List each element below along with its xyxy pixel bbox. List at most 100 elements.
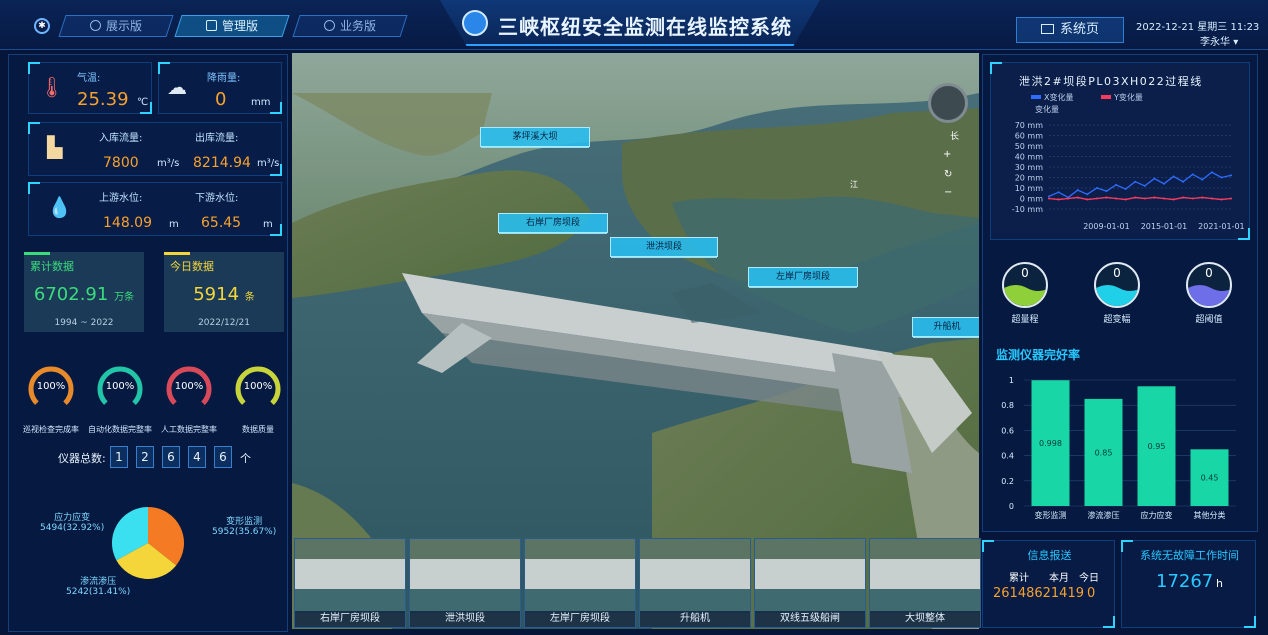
- y-tick-label: 50 mm: [1015, 142, 1044, 151]
- thumbnail-5[interactable]: 大坝整体: [869, 538, 981, 628]
- tab-manage[interactable]: 管理版: [174, 15, 290, 37]
- y-tick-label: 20 mm: [1015, 174, 1044, 183]
- series-point-1: [1143, 197, 1146, 200]
- series-point-0: [1230, 174, 1232, 177]
- thumbnail-3[interactable]: 升船机: [639, 538, 751, 628]
- bar-value-label: 0.85: [1095, 448, 1113, 457]
- series-point-1: [1134, 196, 1137, 199]
- monitor-icon: [1040, 24, 1054, 34]
- legend-label-0: X变化量: [1044, 92, 1073, 102]
- thumbnail-0[interactable]: 右岸厂房坝段: [294, 538, 406, 628]
- map-label-0[interactable]: 茅坪溪大坝: [480, 127, 590, 148]
- settings-icon[interactable]: ✱: [34, 18, 50, 34]
- thumb-water: [295, 589, 405, 613]
- tab-display-icon: [89, 20, 101, 31]
- zoom-in-button[interactable]: +: [943, 149, 951, 160]
- pie-label-stress: 应力应变 5494(32.92%): [40, 513, 105, 533]
- series-point-0: [1115, 183, 1118, 186]
- bubble-1: 0: [1094, 262, 1140, 308]
- bubble-caption: 超变幅: [1103, 315, 1131, 325]
- cumulative-value: 6702.91: [33, 284, 109, 305]
- series-point-1: [1057, 198, 1060, 201]
- bubble-0: 0: [1002, 262, 1048, 308]
- bar-y-tick: 0.8: [1001, 401, 1014, 410]
- x-tick-label: 2009-01-01: [1083, 222, 1130, 231]
- user-menu[interactable]: 李永华 ▾: [1200, 33, 1238, 48]
- series-point-0: [1048, 195, 1050, 198]
- instrument-digit: 2: [136, 446, 154, 468]
- logo-icon: [462, 10, 488, 36]
- map-label-3[interactable]: 左岸厂房坝段: [748, 267, 858, 288]
- series-point-1: [1067, 197, 1070, 200]
- legend-swatch-1: [1101, 95, 1111, 99]
- system-page-button[interactable]: 系统页: [1016, 17, 1124, 43]
- compass-icon[interactable]: [928, 83, 968, 123]
- tab-business[interactable]: 业务版: [292, 15, 408, 37]
- series-point-1: [1076, 196, 1079, 199]
- rain-cloud-icon: ☁: [167, 75, 187, 99]
- thumbnail-caption: 大坝整体: [870, 611, 980, 627]
- map-label-4[interactable]: 升船机: [912, 317, 979, 338]
- water-drop-icon: 💧: [47, 195, 72, 219]
- instrument-total-unit: 个: [240, 452, 251, 465]
- y-tick-label: 70 mm: [1015, 121, 1044, 130]
- series-point-1: [1105, 196, 1108, 199]
- series-point-1: [1230, 197, 1232, 200]
- y-tick-label: 60 mm: [1015, 132, 1044, 141]
- series-point-1: [1182, 196, 1185, 199]
- series-point-0: [1076, 189, 1079, 192]
- x-tick-label: 2015-01-01: [1141, 222, 1188, 231]
- water-level-card: 💧 上游水位: 148.09 m 下游水位: 65.45 m: [28, 182, 282, 236]
- bar-value-label: 0.45: [1201, 474, 1219, 483]
- uptime-card: 系统无故障工作时间 17267 h: [1121, 540, 1256, 628]
- instrument-pie-chart: [112, 507, 184, 579]
- series-point-0: [1191, 173, 1194, 176]
- series-point-0: [1086, 193, 1089, 196]
- bubble-value: 0: [1205, 266, 1213, 280]
- gauge-0: 100%: [26, 364, 76, 414]
- thumbnail-4[interactable]: 双线五级船闸: [754, 538, 866, 628]
- tab-display[interactable]: 展示版: [58, 15, 174, 37]
- rainfall-value: 0: [215, 89, 227, 110]
- rainfall-card: ☁ 降雨量: 0 mm: [158, 62, 282, 114]
- bubble-value: 0: [1021, 266, 1029, 280]
- chevron-down-icon: ▾: [1233, 37, 1239, 48]
- thumb-water: [870, 589, 980, 613]
- thumbnail-2[interactable]: 左岸厂房坝段: [524, 538, 636, 628]
- thumbnail-caption: 双线五级船闸: [755, 611, 865, 627]
- page-title: 三峡枢纽安全监测在线监控系统: [498, 15, 792, 39]
- uptime-value: 17267: [1156, 571, 1214, 592]
- series-point-0: [1134, 180, 1137, 183]
- gauge-label: 100%: [105, 381, 135, 392]
- map-label-1[interactable]: 右岸厂房坝段: [498, 213, 608, 234]
- gauge-label: 100%: [36, 381, 66, 392]
- gauge-3: 100%: [233, 364, 283, 414]
- series-point-0: [1105, 190, 1108, 193]
- legend-swatch-0: [1031, 95, 1041, 99]
- process-line-chart-card: 泄洪2#坝段PL03XH022过程线 X变化量 Y变化量 变化量 70 mm 60 mm…: [990, 62, 1250, 240]
- bar-y-tick: 0.4: [1001, 452, 1014, 461]
- x-tick-label: 2021-01-01: [1198, 222, 1245, 231]
- bubble-value: 0: [1113, 266, 1121, 280]
- instrument-total-label: 仪器总数:: [58, 452, 106, 465]
- info-report-card: 信息报送 累计 本月 今日 26148621419 0: [982, 540, 1115, 628]
- tab-manage-icon: [205, 20, 217, 31]
- series-point-0: [1162, 182, 1165, 185]
- y-tick-label: -10 mm: [1012, 205, 1043, 214]
- zoom-out-button[interactable]: −: [944, 187, 952, 198]
- y-axis-label: 变化量: [1035, 104, 1059, 114]
- bubble-2: 0: [1186, 262, 1232, 308]
- datetime: 2022-12-21 星期三 11:23: [1136, 22, 1260, 33]
- series-point-0: [1124, 188, 1127, 191]
- reset-view-button[interactable]: ↻: [944, 169, 952, 180]
- instrument-digit: 6: [214, 446, 232, 468]
- map-label-2[interactable]: 泄洪坝段: [610, 237, 718, 258]
- gauge-1: 100%: [95, 364, 145, 414]
- thumb-water: [640, 589, 750, 613]
- series-point-0: [1201, 178, 1204, 181]
- bubble-fill: [1004, 285, 1046, 306]
- thumbnail-1[interactable]: 泄洪坝段: [409, 538, 521, 628]
- title-banner: 三峡枢纽安全监测在线监控系统: [440, 0, 820, 46]
- bar-category-label: 变形监测: [1035, 510, 1067, 520]
- gauge-label: 100%: [174, 381, 204, 392]
